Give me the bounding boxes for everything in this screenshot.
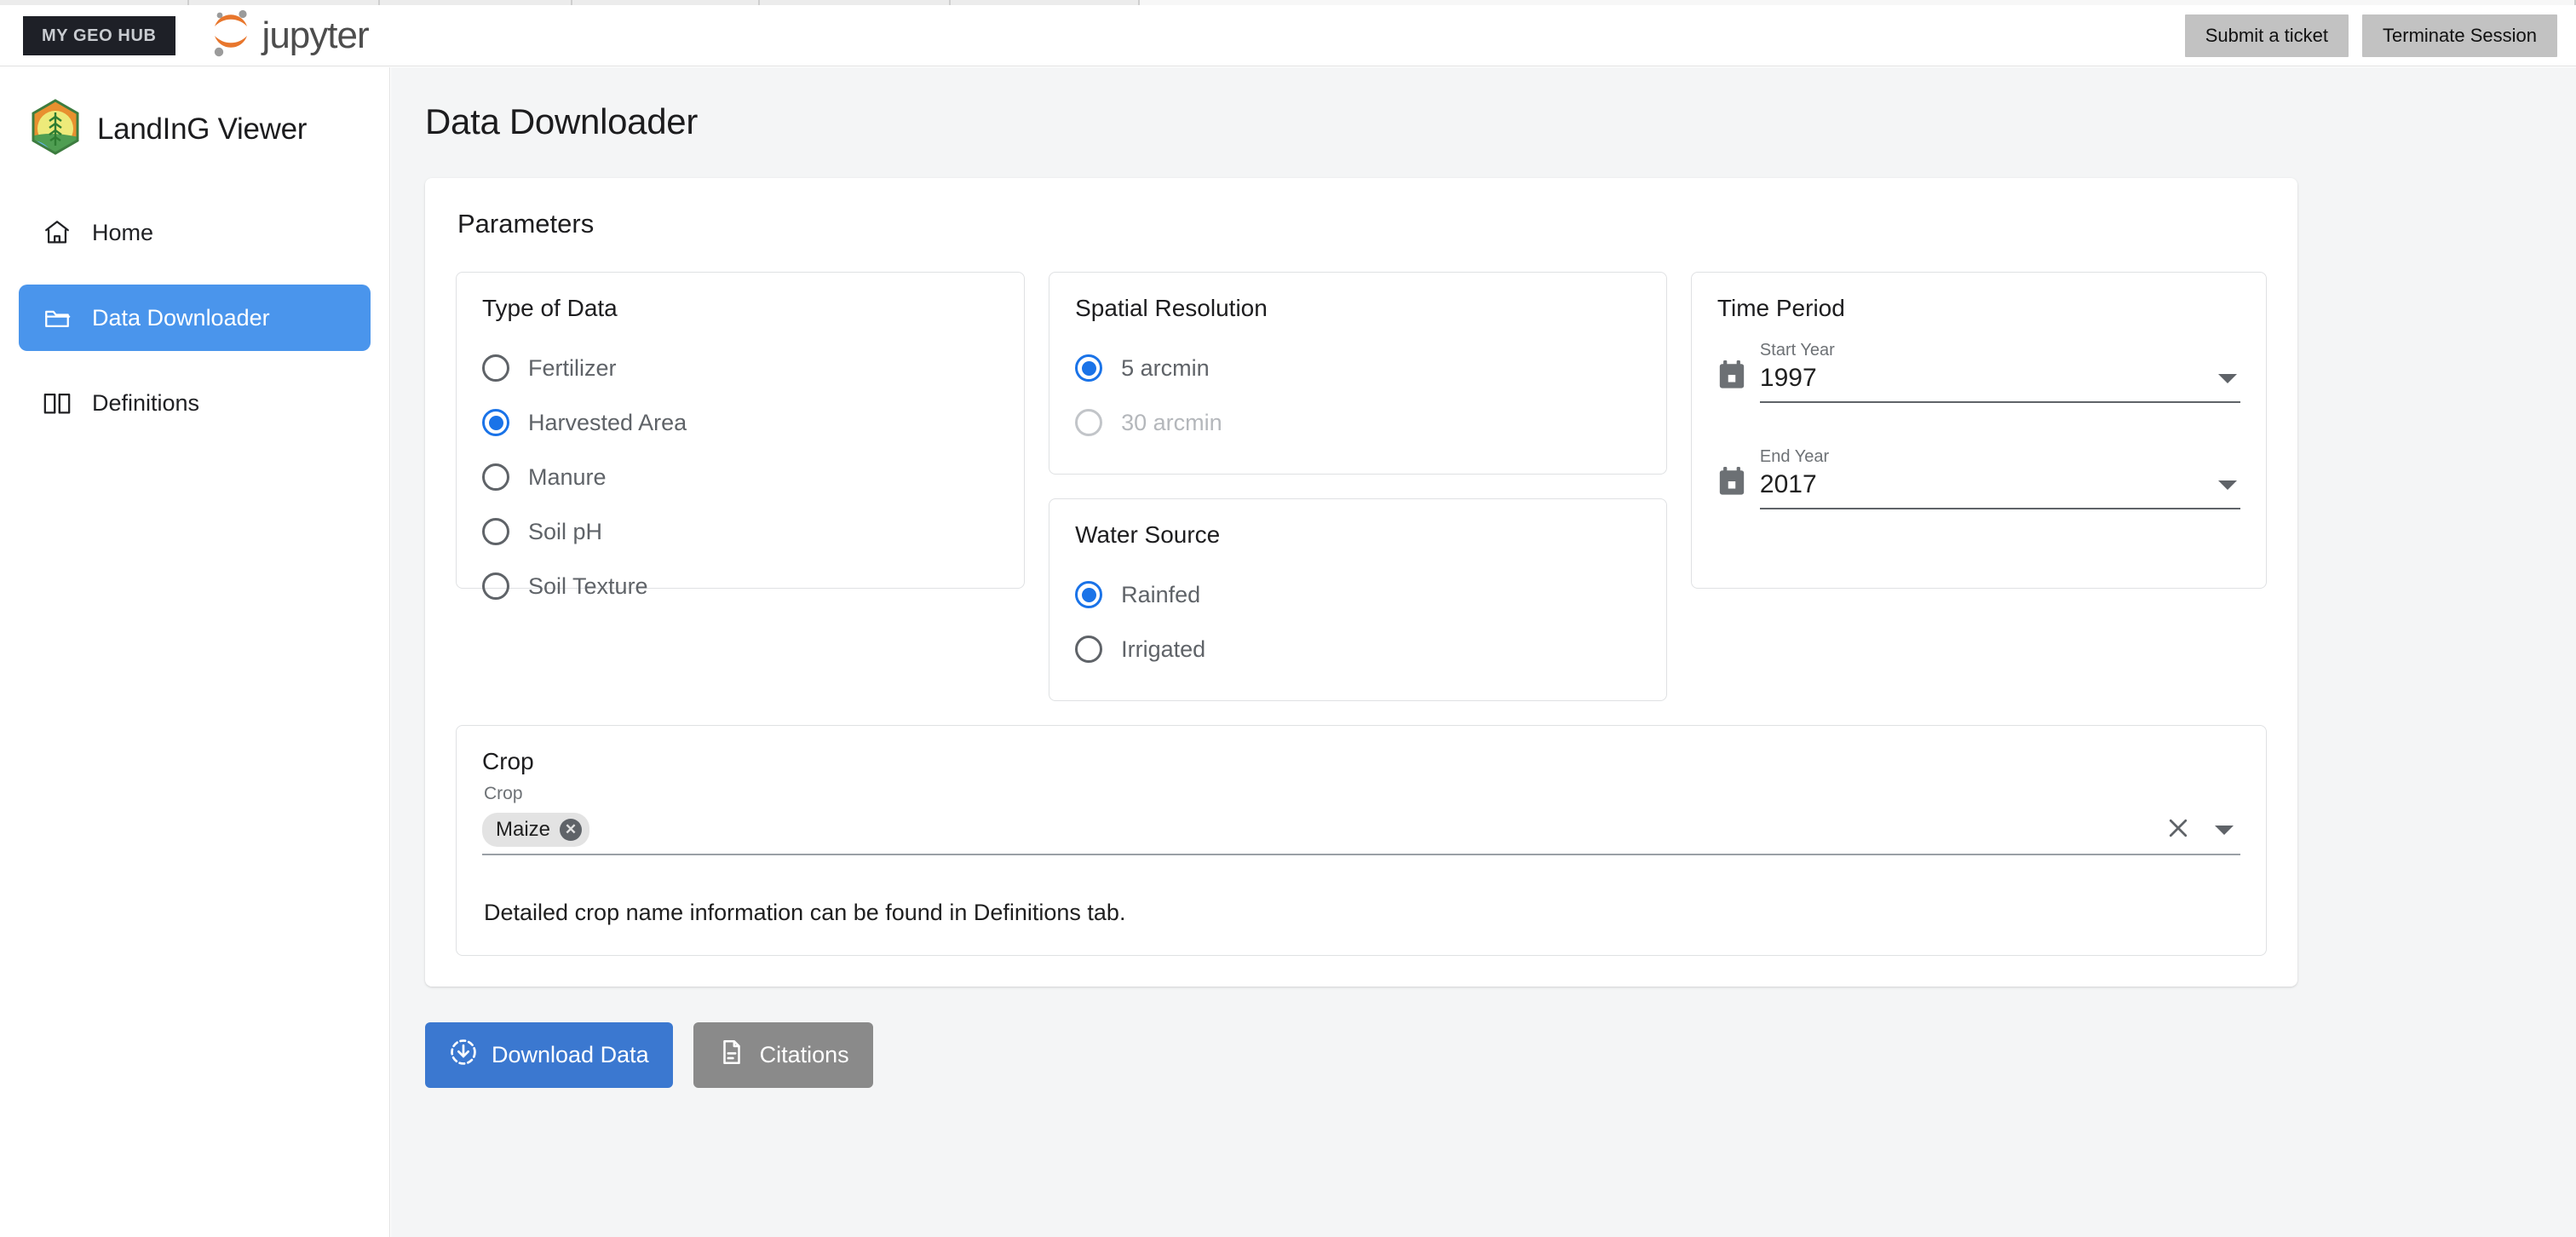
start-year-label: Start Year [1759, 341, 1835, 360]
sidebar-item-label: Data Downloader [92, 304, 270, 331]
landing-hexagon-logo-icon [29, 98, 82, 160]
type-of-data-card: Type of Data Fertilizer Harvested Area M… [456, 272, 1026, 600]
parameters-card: Parameters Type of Data Fertilizer Harve… [425, 178, 2297, 987]
radio-rainfed[interactable]: Rainfed [1075, 567, 1641, 622]
page-title: Data Downloader [425, 101, 699, 141]
crop-title: Crop [482, 748, 534, 774]
crop-hint-text: Detailed crop name information can be fo… [484, 900, 1126, 925]
jupyter-wordmark: jupyter [262, 14, 370, 56]
radio-5-arcmin[interactable]: 5 arcmin [1075, 341, 1641, 395]
download-circle-icon [449, 1038, 478, 1073]
radio-harvested-area[interactable]: Harvested Area [482, 395, 998, 450]
chip-label: Maize [496, 818, 551, 841]
chevron-down-icon[interactable] [2215, 825, 2234, 835]
crop-input-actions [2165, 815, 2240, 845]
radio-label: 30 arcmin [1121, 409, 1222, 435]
radio-label: Harvested Area [528, 409, 687, 435]
book-icon [43, 388, 72, 417]
radio-icon[interactable] [1075, 636, 1103, 663]
header-actions: Submit a ticket Terminate Session [2184, 14, 2557, 57]
parameters-heading: Parameters [457, 209, 595, 239]
chevron-down-icon[interactable] [2218, 373, 2237, 383]
radio-icon[interactable] [1075, 354, 1103, 382]
parameters-grid: Type of Data Fertilizer Harvested Area M… [456, 272, 2267, 701]
chevron-down-icon[interactable] [2218, 480, 2237, 490]
radio-label: Soil pH [528, 518, 603, 544]
sidebar-brand-label: LandInG Viewer [97, 112, 308, 146]
radio-icon [1075, 409, 1103, 436]
end-year-label: End Year [1759, 447, 1830, 466]
start-year-value[interactable]: 1997 [1760, 364, 1817, 393]
radio-label: Fertilizer [528, 354, 617, 381]
sidebar-item-definitions[interactable]: Definitions [19, 370, 371, 436]
spatial-resolution-title: Spatial Resolution [1075, 295, 1268, 321]
sidebar-item-label: Definitions [92, 389, 200, 416]
radio-irrigated[interactable]: Irrigated [1075, 622, 1641, 676]
radio-icon[interactable] [482, 409, 509, 436]
radio-icon[interactable] [482, 463, 509, 491]
app-header: MY GEO HUB jupyter Submit a ticket Termi… [0, 5, 2576, 66]
radio-label: Rainfed [1121, 581, 1201, 607]
main-content: Data Downloader Parameters Type of Data … [391, 67, 2576, 1237]
terminate-session-button[interactable]: Terminate Session [2362, 14, 2557, 57]
sidebar: LandInG Viewer Home Data Downloader Defi… [0, 67, 390, 1237]
radio-icon[interactable] [482, 518, 509, 545]
clear-x-icon[interactable] [2165, 815, 2191, 845]
download-data-button[interactable]: Download Data [425, 1022, 673, 1088]
calendar-icon [1717, 465, 1746, 498]
end-year-field[interactable]: End Year 2017 [1717, 447, 2240, 509]
radio-icon[interactable] [482, 354, 509, 382]
spatial-resolution-card: Spatial Resolution 5 arcmin 30 arcmin [1049, 272, 1667, 475]
button-label: Download Data [492, 1042, 649, 1067]
time-period-card: Time Period Start Year 1997 End Year 201… [1690, 272, 2267, 589]
sidebar-item-home[interactable]: Home [19, 199, 371, 266]
radio-label: Manure [528, 463, 607, 490]
radio-icon[interactable] [482, 572, 509, 600]
water-source-title: Water Source [1075, 521, 1221, 548]
time-period-title: Time Period [1716, 295, 1845, 321]
citations-button[interactable]: Citations [693, 1022, 873, 1088]
folder-icon [43, 303, 72, 332]
start-year-field[interactable]: Start Year 1997 [1717, 341, 2240, 403]
sidebar-nav: Home Data Downloader Definitions [0, 199, 389, 436]
chip-remove-icon[interactable]: ✕ [560, 819, 583, 841]
radio-soil-ph[interactable]: Soil pH [482, 504, 998, 559]
radio-label: Irrigated [1121, 636, 1206, 662]
crop-chip-maize[interactable]: Maize ✕ [482, 813, 590, 847]
calendar-icon [1717, 359, 1746, 391]
document-icon [717, 1038, 746, 1073]
radio-label: Soil Texture [528, 572, 648, 599]
end-year-value[interactable]: 2017 [1760, 470, 1817, 499]
sidebar-item-data-downloader[interactable]: Data Downloader [19, 285, 371, 351]
water-source-card: Water Source Rainfed Irrigated [1049, 498, 1667, 701]
sidebar-item-label: Home [92, 219, 154, 245]
radio-soil-texture[interactable]: Soil Texture [482, 559, 998, 613]
radio-manure[interactable]: Manure [482, 450, 998, 504]
crop-select-input[interactable]: Maize ✕ [482, 813, 2240, 855]
radio-icon[interactable] [1075, 581, 1103, 608]
radio-30-arcmin: 30 arcmin [1075, 395, 1641, 450]
button-label: Citations [759, 1042, 849, 1067]
jupyter-brand[interactable]: jupyter [208, 9, 370, 62]
radio-fertilizer[interactable]: Fertilizer [482, 341, 998, 395]
crop-field-label: Crop [484, 784, 523, 803]
radio-label: 5 arcmin [1121, 354, 1210, 381]
submit-ticket-button[interactable]: Submit a ticket [2184, 14, 2349, 57]
crop-card: Crop Crop Maize ✕ Detailed crop name inf… [456, 725, 2267, 956]
action-buttons: Download Data Citations [425, 1022, 2576, 1088]
type-of-data-title: Type of Data [482, 295, 618, 321]
home-icon [43, 218, 72, 247]
sidebar-brand[interactable]: LandInG Viewer [0, 67, 389, 160]
jupyter-logo-icon [208, 9, 254, 62]
my-geo-hub-badge[interactable]: MY GEO HUB [23, 15, 175, 55]
